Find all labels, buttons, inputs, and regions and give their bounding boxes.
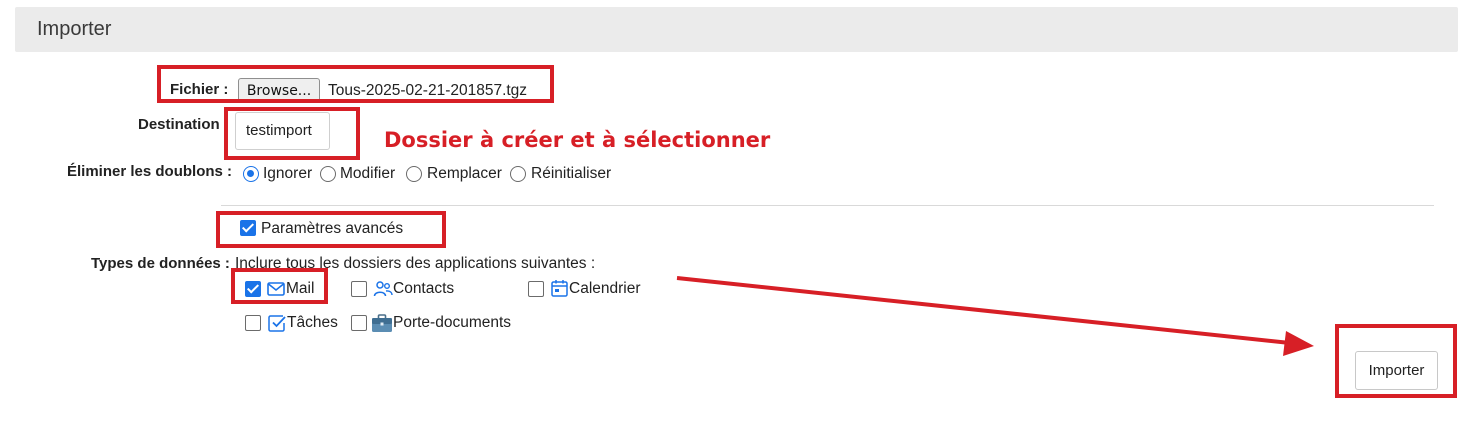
- annotation-arrow: [676, 276, 1314, 356]
